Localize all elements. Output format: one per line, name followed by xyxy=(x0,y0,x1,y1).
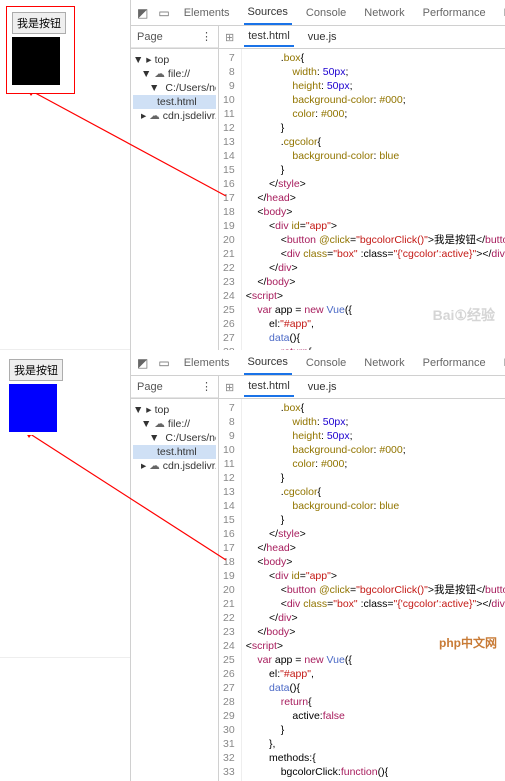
tree-top[interactable]: ▼ ▸ top xyxy=(133,53,216,67)
tab-elements[interactable]: Elements xyxy=(180,2,234,24)
tree-top[interactable]: ▼ ▸ top xyxy=(133,403,216,417)
tab-performance[interactable]: Performance xyxy=(419,352,490,374)
tab-network[interactable]: Network xyxy=(360,2,408,24)
screenshot-top: 我是按钮 ◩ ▭ Elements Sources Console Networ… xyxy=(0,0,505,350)
filetab-test[interactable]: test.html xyxy=(244,377,294,397)
page-pane-label[interactable]: Page xyxy=(137,31,163,43)
filetab-test[interactable]: test.html xyxy=(244,27,294,47)
tab-network[interactable]: Network xyxy=(360,352,408,374)
tree-file[interactable]: ▼ ☁ file:// xyxy=(133,67,216,81)
file-nav-icon[interactable]: ⊞ xyxy=(225,381,234,394)
box-swatch-black xyxy=(12,37,60,85)
sources-subbar: Page ⋮ ⊞ test.html vue.js xyxy=(131,376,505,399)
devtools-tabbar: ◩ ▭ Elements Sources Console Network Per… xyxy=(131,0,505,26)
cloud-icon: ☁ xyxy=(149,460,160,472)
demo-button[interactable]: 我是按钮 xyxy=(12,12,66,34)
tree-path[interactable]: ▼ C:/Users/nemo/D xyxy=(133,81,216,95)
cloud-icon: ☁ xyxy=(154,418,165,430)
file-tree: ▼ ▸ top ▼ ☁ file:// ▼ C:/Users/nemo/D te… xyxy=(131,399,219,781)
sources-main: ▼ ▸ top ▼ ☁ file:// ▼ C:/Users/nemo/D te… xyxy=(131,399,505,781)
tree-path[interactable]: ▼ C:/Users/nemo/D xyxy=(133,431,216,445)
cloud-icon: ☁ xyxy=(154,68,165,80)
tree-current-file[interactable]: test.html xyxy=(133,95,216,109)
code-editor[interactable]: 7891011121314151617181920212223242526272… xyxy=(219,399,505,781)
tab-console[interactable]: Console xyxy=(302,2,350,24)
more-icon[interactable]: ⋮ xyxy=(201,380,212,393)
filetab-vue[interactable]: vue.js xyxy=(304,378,341,396)
box-swatch-blue xyxy=(9,384,57,432)
devtools-tabbar: ◩ ▭ Elements Sources Console Network Per… xyxy=(131,350,505,376)
inspect-icon[interactable]: ◩ xyxy=(137,356,148,370)
tab-memory[interactable]: Memory xyxy=(500,2,505,24)
page-preview: 我是按钮 xyxy=(6,356,66,435)
tab-sources[interactable]: Sources xyxy=(244,351,292,375)
sources-subbar: Page ⋮ ⊞ test.html vue.js xyxy=(131,26,505,49)
tree-cdn[interactable]: ▸ ☁ cdn.jsdelivr.net xyxy=(133,459,216,473)
source-code[interactable]: .box{ width: 50px; height: 50px; backgro… xyxy=(242,399,505,781)
demo-button[interactable]: 我是按钮 xyxy=(9,359,63,381)
device-icon[interactable]: ▭ xyxy=(158,6,169,20)
filetab-vue[interactable]: vue.js xyxy=(304,28,341,46)
tree-current-file[interactable]: test.html xyxy=(133,445,216,459)
tab-console[interactable]: Console xyxy=(302,352,350,374)
screenshot-bottom: 我是按钮 ◩ ▭ Elements Sources Console Networ… xyxy=(0,350,505,658)
more-icon[interactable]: ⋮ xyxy=(201,30,212,43)
tree-file[interactable]: ▼ ☁ file:// xyxy=(133,417,216,431)
page-preview: 我是按钮 xyxy=(6,6,75,94)
tab-elements[interactable]: Elements xyxy=(180,352,234,374)
watermark-php: php中文网 xyxy=(439,634,497,651)
tree-cdn[interactable]: ▸ ☁ cdn.jsdelivr.net xyxy=(133,109,216,123)
tab-sources[interactable]: Sources xyxy=(244,1,292,25)
cloud-icon: ☁ xyxy=(149,110,160,122)
file-nav-icon[interactable]: ⊞ xyxy=(225,31,234,44)
tab-memory[interactable]: Memory xyxy=(500,352,505,374)
devtools-panel: ◩ ▭ Elements Sources Console Network Per… xyxy=(130,350,505,781)
line-gutter: 7891011121314151617181920212223242526272… xyxy=(219,399,242,781)
device-icon[interactable]: ▭ xyxy=(158,356,169,370)
page-pane-label[interactable]: Page xyxy=(137,381,163,393)
tab-performance[interactable]: Performance xyxy=(419,2,490,24)
inspect-icon[interactable]: ◩ xyxy=(137,6,148,20)
